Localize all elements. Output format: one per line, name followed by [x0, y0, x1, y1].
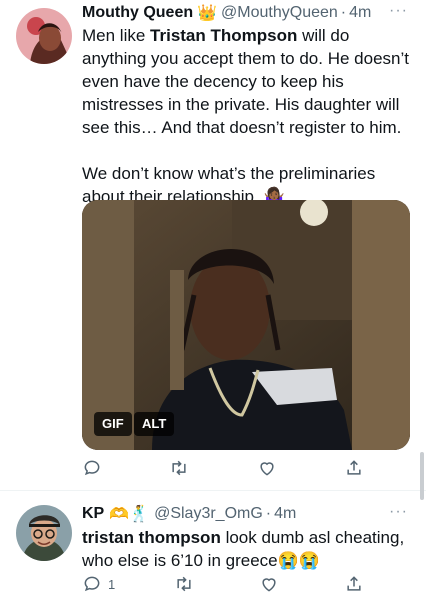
mention-bold: Tristan Thompson [150, 26, 298, 45]
like-button[interactable] [256, 458, 284, 478]
timestamp[interactable]: 4m [349, 4, 371, 22]
crown-emoji: 👑 [197, 5, 218, 22]
reply-icon [84, 460, 100, 476]
gif-frame-image [82, 200, 410, 450]
display-name[interactable]: Mouthy Queen [82, 4, 193, 22]
more-options-icon[interactable]: ··· [389, 2, 408, 20]
handle[interactable]: @MouthyQueen [221, 4, 338, 22]
gif-badge[interactable]: GIF [94, 412, 132, 436]
tweet-1-text: Men like Tristan Thompson will do anythi… [82, 24, 412, 208]
share-icon [347, 460, 361, 475]
timestamp[interactable]: 4m [274, 505, 296, 523]
tweet-media-gif[interactable]: GIF ALT [82, 200, 410, 450]
reply-button[interactable] [82, 458, 108, 478]
share-button[interactable] [344, 574, 364, 594]
avatar-mouthy-queen[interactable] [16, 8, 72, 64]
separator: · [340, 4, 347, 21]
tweet-1-actions [82, 457, 364, 479]
tweet-1-header: Mouthy Queen 👑 @MouthyQueen · 4m [82, 2, 371, 24]
tweet-2-text: tristan thompson look dumb asl cheating,… [82, 528, 405, 570]
heart-icon [262, 578, 276, 592]
retweet-button[interactable] [168, 458, 196, 478]
tweet-2-header: KP 🫶🕺 @Slay3r_OmG · 4m [82, 503, 296, 525]
heart-icon [260, 462, 274, 476]
reply-button[interactable]: 1 [82, 574, 115, 594]
avatar-kp[interactable] [16, 505, 72, 561]
display-name[interactable]: KP [82, 505, 104, 523]
more-options-icon[interactable]: ··· [389, 503, 408, 521]
retweet-button[interactable] [173, 574, 201, 594]
mention-bold: tristan thompson [82, 528, 221, 547]
like-button[interactable] [258, 574, 286, 594]
share-icon [347, 576, 361, 591]
share-button[interactable] [344, 458, 364, 478]
separator: · [265, 505, 272, 522]
tweet-1: Mouthy Queen 👑 @MouthyQueen · 4m ··· Men… [0, 0, 426, 490]
tweet-2-actions: 1 [82, 573, 364, 595]
handle[interactable]: @Slay3r_OmG [154, 505, 263, 523]
retweet-icon [177, 576, 191, 592]
alt-badge[interactable]: ALT [134, 412, 175, 436]
retweet-icon [172, 460, 186, 476]
reply-icon [84, 576, 100, 592]
tweet-2: KP 🫶🕺 @Slay3r_OmG · 4m ··· tristan thomp… [0, 491, 426, 600]
name-emojis: 🫶🕺 [109, 506, 150, 523]
reply-count: 1 [108, 576, 116, 592]
scrollbar[interactable] [420, 452, 424, 500]
tweet-1-paragraph-1: Men like Tristan Thompson will do anythi… [82, 26, 409, 137]
